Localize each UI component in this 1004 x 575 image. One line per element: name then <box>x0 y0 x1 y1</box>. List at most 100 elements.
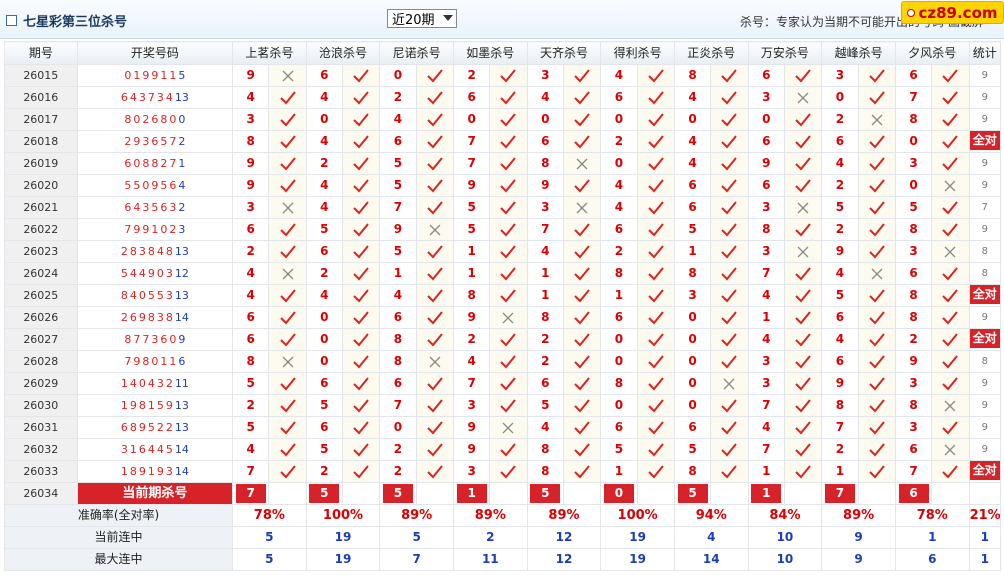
check-icon <box>931 108 970 131</box>
check-icon <box>783 152 823 175</box>
kill-number-cell: 2 <box>305 262 343 285</box>
kill-number-cell: 8 <box>526 306 564 329</box>
kill-number-cell: 2 <box>526 350 564 373</box>
kill-number-cell: 6 <box>379 306 417 329</box>
site-logo[interactable]: cz89.com <box>901 1 1004 24</box>
kill-number-cell: 6 <box>894 262 933 285</box>
current-streak-row-value: 4 <box>673 526 749 549</box>
current-kill-pill: 7 <box>235 484 266 503</box>
draw-digits: 798011 <box>124 355 179 368</box>
kill-number-cell: 7 <box>452 152 491 175</box>
current-streak-row-label: 当前连中 <box>3 526 234 549</box>
kill-number-cell: 7 <box>821 416 859 439</box>
draw-number-cell: 64373413 <box>76 86 234 109</box>
draw-last-digit: 12 <box>174 267 189 280</box>
kill-number-cell: 6 <box>600 306 638 329</box>
kill-number-cell: 1 <box>600 284 638 307</box>
accuracy-row-stat: 21% <box>968 504 1002 527</box>
current-kill-pill: 5 <box>309 484 340 503</box>
column-header-expert[interactable]: 得利杀号 <box>600 41 675 65</box>
kill-number-cell: 6 <box>600 416 638 439</box>
draw-digits: 643734 <box>120 91 175 104</box>
kill-number-cell: 6 <box>305 416 343 439</box>
kill-number-cell: 3 <box>894 416 933 439</box>
kill-number-cell: 5 <box>894 196 933 219</box>
kill-number-cell: 4 <box>747 284 785 307</box>
current-streak-row-stat: 1 <box>968 526 1002 549</box>
column-header-expert[interactable]: 万安杀号 <box>747 41 823 65</box>
max-streak-row-value: 10 <box>747 548 823 571</box>
kill-number-cell: 7 <box>452 372 491 395</box>
kill-number-cell: 0 <box>747 108 785 131</box>
period-range-select[interactable]: 近20期 <box>387 9 457 28</box>
chevron-down-icon <box>443 15 453 21</box>
check-icon <box>268 372 307 395</box>
column-header-expert[interactable]: 夕风杀号 <box>894 41 970 65</box>
draw-last-digit: 14 <box>174 311 189 324</box>
stat-cell: 9 <box>968 306 1002 329</box>
top-bar: 七星彩第三位杀号 近20期 杀号：专家认为当期不可能开出的号码 画截屏 cz89… <box>0 0 1004 39</box>
current-kill-cell: 1 <box>452 482 491 505</box>
column-header-expert[interactable]: 正炎杀号 <box>673 41 749 65</box>
column-header-expert[interactable]: 上茗杀号 <box>232 41 307 65</box>
kill-number-cell: 0 <box>673 372 712 395</box>
kill-number-cell: 6 <box>452 86 491 109</box>
check-icon <box>783 306 823 329</box>
draw-digits: 316445 <box>120 443 175 456</box>
check-icon <box>562 218 602 241</box>
check-icon <box>636 328 675 351</box>
table-row: 26019 6088271 9 2 5 7 8 0 4 9 4 3 9 <box>4 152 1002 175</box>
check-icon <box>636 218 675 241</box>
current-kill-pill: 1 <box>456 484 487 503</box>
header-row: 期号 开奖号码 上茗杀号 沧浪杀号 尼诺杀号 如墨杀号 天齐杀号 得利杀号 正炎杀号 万安杀号 越峰… <box>4 41 1002 65</box>
draw-number-cell: 6088271 <box>76 152 234 175</box>
kill-number-cell: 8 <box>821 394 859 417</box>
period-cell: 26033 <box>4 460 78 483</box>
accuracy-row-value: 89% <box>821 504 896 527</box>
kill-number-cell: 3 <box>747 372 785 395</box>
check-icon <box>415 108 454 131</box>
cross-icon <box>783 196 823 219</box>
check-icon <box>268 328 307 351</box>
check-icon <box>562 416 602 439</box>
current-streak-row-value: 2 <box>452 526 528 549</box>
draw-digits: 283848 <box>120 245 175 258</box>
column-header-expert[interactable]: 沧浪杀号 <box>305 41 381 65</box>
max-streak-row-value: 9 <box>821 548 896 571</box>
kill-number-cell: 5 <box>452 196 491 219</box>
check-icon <box>636 372 675 395</box>
draw-last-digit: 2 <box>178 135 186 148</box>
column-header-stat: 统计 <box>968 41 1002 65</box>
column-header-expert[interactable]: 天齐杀号 <box>526 41 602 65</box>
empty-cell <box>968 482 1002 505</box>
check-icon <box>857 306 896 329</box>
period-cell: 26029 <box>4 372 78 395</box>
kill-number-cell: 4 <box>526 416 564 439</box>
column-header-expert[interactable]: 如墨杀号 <box>452 41 528 65</box>
draw-number-cell: 68952213 <box>76 416 234 439</box>
column-header-expert[interactable]: 越峰杀号 <box>821 41 896 65</box>
kill-number-cell: 9 <box>232 174 270 197</box>
kill-number-cell: 7 <box>526 218 564 241</box>
table-row: 26023 28384813 2 6 5 1 4 2 1 3 9 3 8 <box>4 240 1002 263</box>
check-icon <box>268 86 307 109</box>
kill-number-cell: 8 <box>600 372 638 395</box>
kill-number-cell: 0 <box>894 130 933 153</box>
table-row: 26026 26983814 6 0 6 9 8 6 0 1 6 8 9 <box>4 306 1002 329</box>
period-cell: 26025 <box>4 284 78 307</box>
kill-number-cell: 7 <box>452 130 491 153</box>
check-icon <box>931 350 970 373</box>
check-icon <box>783 394 823 417</box>
kill-number-cell: 4 <box>673 86 712 109</box>
column-header-expert[interactable]: 尼诺杀号 <box>379 41 454 65</box>
check-icon <box>710 328 749 351</box>
kill-number-cell: 2 <box>452 64 491 87</box>
kill-number-cell: 4 <box>379 284 417 307</box>
check-icon <box>562 394 602 417</box>
check-icon <box>268 438 307 461</box>
accuracy-row-value: 89% <box>452 504 528 527</box>
draw-number-cell: 7991023 <box>76 218 234 241</box>
draw-number-cell: 84055313 <box>76 284 234 307</box>
kill-number-cell: 4 <box>821 262 859 285</box>
check-icon <box>489 372 528 395</box>
